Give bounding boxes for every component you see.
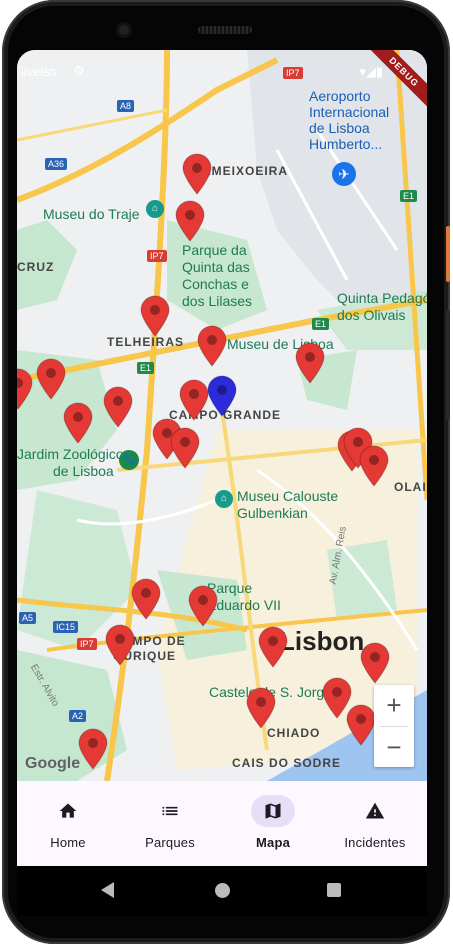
volume-button <box>446 310 450 420</box>
parking-marker[interactable] <box>62 402 94 444</box>
map-label-aeroporto: Aeroporto Internacional de Lisboa Humber… <box>309 88 389 152</box>
road-shield: A5 <box>19 612 37 624</box>
nav-label-mapa: Mapa <box>255 835 291 850</box>
parking-marker[interactable] <box>130 578 162 620</box>
road-shield: E1 <box>400 190 418 202</box>
status-carrier: iivelss <box>21 64 57 79</box>
app-screen: AMEIXOEIRA Aeroporto Internacional de Li… <box>17 50 427 866</box>
parking-marker[interactable] <box>174 200 206 242</box>
map-label-line: Parque da <box>182 242 247 258</box>
list-icon <box>162 806 178 816</box>
parking-marker[interactable] <box>196 325 228 367</box>
current-location-marker[interactable] <box>206 375 238 417</box>
map-label-line: Gulbenkian <box>237 505 308 521</box>
museum-icon: ⌂ <box>215 490 233 508</box>
signal-icon: ▾◢▮ <box>359 64 383 79</box>
nav-label-parques: Parques <box>145 835 195 850</box>
nav-icon-container <box>148 795 192 827</box>
map-label-museu-traje: Museu do Traje <box>43 206 140 222</box>
parking-marker[interactable] <box>104 624 136 666</box>
map-label-museu-calouste: Museu Calouste Gulbenkian <box>237 488 338 522</box>
map-label-ameixoeira: AMEIXOEIRA <box>202 164 289 178</box>
map-label-cruz: CRUZ <box>17 260 55 274</box>
zoo-icon: 🐾 <box>119 450 139 470</box>
parking-marker[interactable] <box>102 386 134 428</box>
earpiece-speaker <box>198 26 252 34</box>
recents-icon[interactable] <box>327 883 341 897</box>
home-circle-icon[interactable] <box>215 883 230 898</box>
road-shield: IP7 <box>77 638 97 650</box>
gear-icon: ⚙ <box>73 63 85 78</box>
airplane-icon: ✈ <box>332 162 356 186</box>
map-label-line: Internacional <box>309 104 390 120</box>
map-label-line: Quinta das <box>182 259 250 275</box>
nav-label-incidentes: Incidentes <box>344 835 406 850</box>
parking-marker[interactable] <box>169 427 201 469</box>
front-camera <box>116 22 132 38</box>
zoom-out-button[interactable]: − <box>374 727 414 768</box>
museum-icon: ⌂ <box>146 200 164 218</box>
map-label-line: Aeroporto <box>309 88 371 104</box>
parking-marker[interactable] <box>257 626 289 668</box>
map-label-telheiras: TELHEIRAS <box>107 335 185 349</box>
back-icon[interactable] <box>101 882 114 898</box>
zoom-in-button[interactable]: + <box>374 685 414 726</box>
bottom-navigation: Home Parques Mapa Incidentes <box>17 781 427 866</box>
road-shield: A2 <box>69 710 87 722</box>
nav-icon-container <box>353 795 397 827</box>
parking-marker[interactable] <box>358 445 390 487</box>
zoom-controls: + − <box>374 685 414 767</box>
map-label-quinta-pedago: Quinta Pedagó dos Olivais <box>337 290 427 324</box>
parking-marker[interactable] <box>35 358 67 400</box>
map-icon <box>265 803 281 819</box>
map-label-olaia: OLAIA <box>394 480 427 494</box>
road-shield: E1 <box>312 318 330 330</box>
nav-item-home[interactable]: Home <box>17 781 119 866</box>
parking-marker[interactable] <box>17 368 34 410</box>
map-label-line: Quinta Pedagó <box>337 290 427 306</box>
map-label-line: Jardim Zoológico <box>17 446 124 462</box>
road-shield: A8 <box>117 100 135 112</box>
nav-icon-container <box>46 795 90 827</box>
road-shield: IP7 <box>147 250 167 262</box>
parking-marker[interactable] <box>294 342 326 384</box>
map-label-line: dos Olivais <box>337 307 406 323</box>
parking-marker[interactable] <box>345 704 377 746</box>
road-shield: A36 <box>45 158 68 170</box>
parking-marker[interactable] <box>245 687 277 729</box>
parking-marker[interactable] <box>359 642 391 684</box>
map-label-cais: CAIS DO SODRE <box>232 756 342 770</box>
road-shield: IC15 <box>53 621 79 633</box>
map-label-jardim: Jardim Zoológico de Lisboa <box>17 446 124 480</box>
map-label-parque-quinta: Parque da Quinta das Conchas e dos Lilas… <box>182 242 252 310</box>
map-label-line: dos Lilases <box>182 293 253 309</box>
google-logo: Google <box>25 755 81 772</box>
map-label-line: de Lisboa <box>53 463 114 479</box>
system-navigation-bar <box>17 866 427 916</box>
parking-marker[interactable] <box>77 728 109 770</box>
map-label-line: Humberto... <box>309 136 383 152</box>
parking-marker[interactable] <box>139 295 171 337</box>
nav-item-mapa[interactable]: Mapa <box>222 781 324 866</box>
home-icon <box>59 803 77 818</box>
nav-label-home: Home <box>50 835 86 850</box>
road-shield: E1 <box>137 362 155 374</box>
nav-item-incidentes[interactable]: Incidentes <box>324 781 426 866</box>
warning-icon <box>365 802 385 819</box>
map-label-lisbon: Lisbon <box>279 626 365 656</box>
nav-item-parques[interactable]: Parques <box>119 781 221 866</box>
map-label-line: de Lisboa <box>309 120 370 136</box>
nav-icon-container <box>251 795 295 827</box>
map-label-line: Museu Calouste <box>237 488 339 504</box>
parking-marker[interactable] <box>181 153 213 195</box>
power-button <box>446 226 450 282</box>
status-bar: iivelss ⚙ ▾◢▮ DEBUG <box>17 50 427 110</box>
parking-marker[interactable] <box>187 585 219 627</box>
map-label-line: Conchas e <box>182 276 249 292</box>
